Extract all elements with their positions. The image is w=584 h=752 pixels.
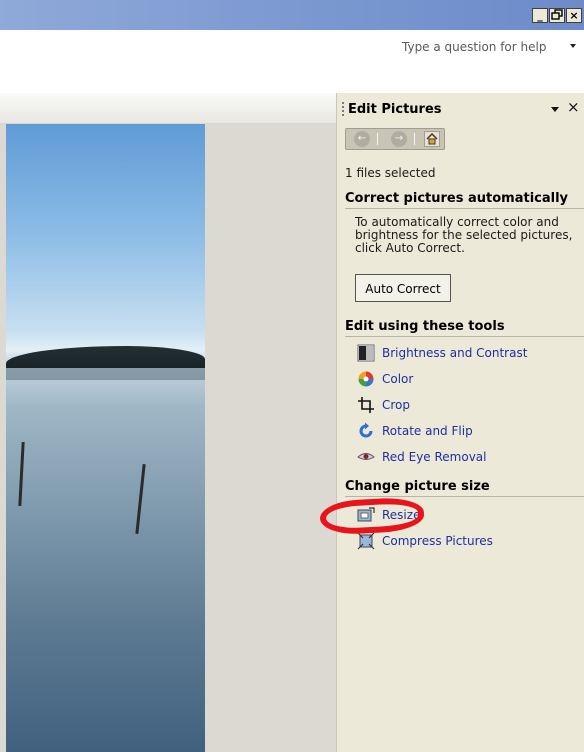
color-wheel-icon [357, 370, 375, 388]
lake-picture[interactable] [6, 124, 205, 752]
pane-header: Edit Pictures × [337, 93, 584, 124]
help-dropdown-icon[interactable] [570, 44, 576, 48]
help-search-input[interactable]: Type a question for help [402, 38, 552, 56]
tool-compress-pictures[interactable]: Compress Pictures [357, 531, 493, 551]
restore-button[interactable] [549, 8, 565, 23]
shoreline [6, 346, 205, 368]
window-controls: _ × [532, 8, 582, 23]
brightness-contrast-icon [357, 344, 375, 362]
tool-label: Compress Pictures [382, 534, 493, 548]
section-correct-heading: Correct pictures automatically [345, 191, 584, 209]
crop-icon [357, 396, 375, 414]
red-annotation-circle [319, 496, 425, 536]
restore-icon [551, 9, 563, 20]
section-size-heading: Change picture size [345, 479, 584, 497]
auto-correct-button[interactable]: Auto Correct [355, 274, 451, 302]
tool-color[interactable]: Color [357, 369, 413, 389]
edit-pictures-pane: Edit Pictures × ← → 1 files selected Cor… [319, 93, 584, 752]
section-edit-tools-heading: Edit using these tools [345, 319, 584, 337]
grip-icon[interactable] [342, 102, 344, 116]
tool-label: Red Eye Removal [382, 450, 487, 464]
forward-arrow-icon[interactable]: → [391, 131, 407, 147]
pane-menu-icon[interactable] [551, 107, 559, 112]
title-bar: _ × [0, 0, 584, 30]
close-button[interactable]: × [566, 8, 582, 23]
auto-correct-description: To automatically correct color and brigh… [355, 215, 573, 255]
rotate-icon [357, 422, 375, 440]
close-icon[interactable]: × [567, 100, 580, 115]
compress-icon [357, 532, 375, 550]
home-icon[interactable] [424, 131, 440, 147]
tool-label: Color [382, 372, 414, 386]
tool-brightness-contrast[interactable]: Brightness and Contrast [357, 343, 527, 363]
tool-label: Crop [382, 398, 411, 412]
toolbar [0, 93, 336, 124]
tool-label: Brightness and Contrast [382, 346, 528, 360]
tool-rotate-flip[interactable]: Rotate and Flip [357, 421, 473, 441]
wooden-post [135, 464, 146, 534]
back-arrow-icon[interactable]: ← [354, 131, 370, 147]
minimize-button[interactable]: _ [532, 8, 548, 23]
nav-separator [414, 133, 415, 145]
pane-title: Edit Pictures [348, 102, 442, 117]
tool-crop[interactable]: Crop [357, 395, 410, 415]
pane-navigation: ← → [345, 128, 445, 150]
nav-separator [377, 133, 378, 145]
eye-icon [357, 448, 375, 466]
wooden-post [18, 441, 25, 507]
tool-label: Rotate and Flip [382, 424, 473, 438]
files-selected-count: 1 files selected [345, 166, 436, 180]
shore-reflection [6, 368, 205, 380]
tool-red-eye-removal[interactable]: Red Eye Removal [357, 447, 487, 467]
